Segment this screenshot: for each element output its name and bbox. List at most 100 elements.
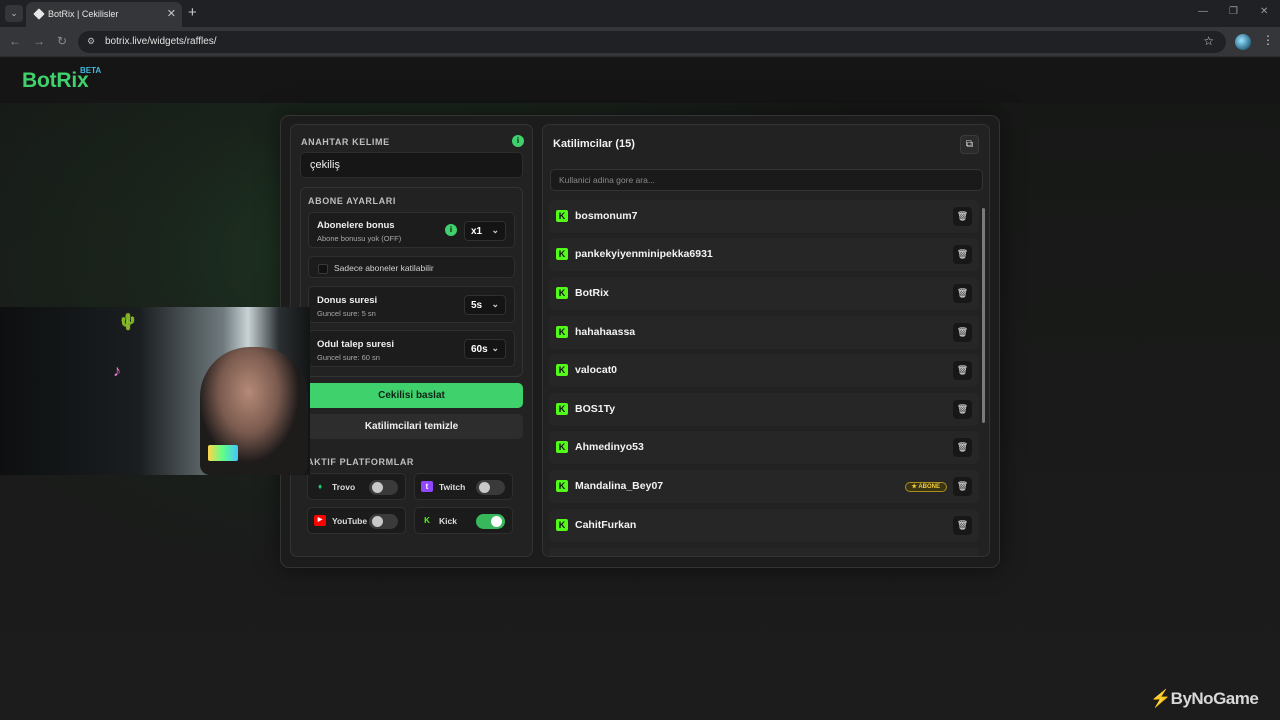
claim-time-label: Odul talep suresi (317, 339, 395, 350)
back-icon[interactable]: ← (9, 34, 21, 48)
trash-icon[interactable]: 🗑 (953, 361, 972, 380)
kick-icon: K (556, 287, 568, 299)
subscriber-bonus-row: Abonelere bonus Abone bonusu yok (OFF) i… (308, 212, 515, 248)
subscriber-badge: ★ ABONE (904, 482, 947, 492)
watermark-text: ByNoGame (1170, 689, 1259, 708)
youtube-toggle[interactable] (369, 514, 398, 529)
toggle-knob (372, 482, 383, 493)
participant-name: bosmonum7 (575, 210, 638, 222)
bonus-multiplier-select[interactable]: x1 ⌄ (464, 221, 506, 241)
participant-name: BotRix (575, 287, 609, 299)
trash-icon[interactable]: 🗑 (953, 477, 972, 496)
tab-list-icon[interactable]: ⌄ (5, 5, 23, 22)
flamingo-neon-icon: ♪ (113, 363, 121, 380)
participant-row: K Mandalina_Bey07 ★ ABONE 🗑 (549, 470, 979, 503)
participant-scrollbar[interactable] (982, 200, 986, 555)
trovo-toggle[interactable] (369, 480, 398, 495)
start-raffle-button[interactable]: Cekilisi baslat (300, 383, 523, 408)
clear-participants-button[interactable]: Katilimcilari temizle (300, 414, 523, 439)
platforms-title: AKTIF PLATFORMLAR (307, 457, 415, 467)
bonus-sub: Abone bonusu yok (OFF) (317, 234, 402, 243)
botrix-favicon-icon (33, 8, 45, 20)
bolt-icon: ⚡ (1150, 689, 1171, 708)
participant-row: K pankekyiyenminipekka6931 🗑 (549, 238, 979, 271)
site-header: BotRix BETA (0, 58, 1280, 103)
restore-icon[interactable]: ❐ (1229, 6, 1238, 17)
twitch-toggle[interactable] (476, 480, 505, 495)
trash-icon[interactable]: 🗑 (953, 400, 972, 419)
platform-name: Trovo (332, 482, 356, 492)
copy-icon[interactable]: ⧉ (960, 135, 979, 154)
address-bar[interactable]: ⚙ botrix.live/widgets/raffles/ ☆ (78, 31, 1226, 53)
site-info-icon[interactable]: ⚙ (87, 36, 98, 47)
page: BotRix BETA ANAHTAR KELIME i çekiliş ABO… (0, 58, 1280, 720)
participant-search-input[interactable]: Kullanici adina gore ara... (550, 169, 983, 191)
watermark-logo: ⚡ByNoGame (1150, 689, 1259, 709)
menu-icon[interactable]: ⋮ (1262, 33, 1274, 47)
info-icon[interactable]: i (512, 135, 524, 147)
minimize-icon[interactable]: — (1198, 6, 1208, 17)
window-close-icon[interactable]: ✕ (1260, 6, 1268, 17)
bonus-multiplier-value: x1 (471, 226, 483, 237)
trash-icon[interactable]: 🗑 (953, 284, 972, 303)
bonus-time-row: Donus suresi Guncel sure: 5 sn 5s ⌄ (308, 286, 515, 323)
botrix-logo[interactable]: BotRix (22, 69, 89, 93)
reload-icon[interactable]: ↻ (57, 34, 67, 48)
kick-toggle[interactable] (476, 514, 505, 529)
claim-time-value: 60s (471, 344, 488, 355)
kick-icon: K (556, 403, 568, 415)
trash-icon[interactable]: 🗑 (953, 438, 972, 457)
twitch-icon: t (421, 481, 433, 492)
only-subscribers-row[interactable]: Sadece aboneler katilabilir (308, 256, 515, 278)
kick-icon: K (556, 441, 568, 453)
participant-name: CahitFurkan (575, 519, 637, 531)
participant-name: Mandalina_Bey07 (575, 480, 664, 492)
bonus-time-sub: Guncel sure: 5 sn (317, 309, 376, 318)
trovo-icon: ♦ (317, 482, 323, 491)
kick-icon: K (556, 326, 568, 338)
platform-name: Twitch (439, 482, 466, 492)
url-text: botrix.live/widgets/raffles/ (105, 36, 217, 47)
browser-tab[interactable]: BotRix | Cekilisler ✕ (26, 2, 182, 27)
kick-icon: K (556, 248, 568, 260)
raffle-settings-panel: ANAHTAR KELIME i çekiliş ABONE AYARLARI … (290, 124, 533, 557)
keyword-title: ANAHTAR KELIME (301, 137, 390, 147)
keyword-input[interactable]: çekiliş (300, 152, 523, 178)
chevron-down-icon: ⌄ (491, 225, 499, 235)
trash-icon[interactable]: 🗑 (953, 245, 972, 264)
plus-icon[interactable]: + (188, 4, 197, 21)
kick-icon: K (424, 516, 430, 525)
only-subscribers-checkbox[interactable] (318, 264, 328, 274)
participants-panel: Katilimcilar (15) ⧉ Kullanici adina gore… (542, 124, 990, 557)
chevron-down-icon: ⌄ (491, 343, 499, 353)
participant-row: K BOS1Ty 🗑 (549, 393, 979, 426)
participant-row: K CahitFurkan 🗑 (549, 509, 979, 542)
participant-row: K bosmonum7 🗑 (549, 200, 979, 233)
platform-youtube: ▶ YouTube (307, 507, 406, 534)
star-icon[interactable]: ☆ (1203, 34, 1214, 48)
participant-name: BOS1Ty (575, 403, 616, 415)
bonus-time-select[interactable]: 5s ⌄ (464, 295, 506, 315)
claim-time-select[interactable]: 60s ⌄ (464, 339, 506, 359)
forward-icon[interactable]: → (33, 34, 45, 48)
platform-kick: K Kick (414, 507, 513, 534)
participant-name: Ahmedinyo53 (575, 441, 644, 453)
raffle-card: ANAHTAR KELIME i çekiliş ABONE AYARLARI … (280, 115, 1000, 568)
toggle-knob (479, 482, 490, 493)
browser-toolbar: ← → ↻ ⚙ botrix.live/widgets/raffles/ ☆ ⋮ (0, 27, 1280, 57)
tab-title: BotRix | Cekilisler (48, 9, 119, 19)
trash-icon[interactable]: 🗑 (953, 323, 972, 342)
scroll-thumb[interactable] (982, 208, 985, 423)
trash-icon[interactable]: 🗑 (953, 516, 972, 535)
close-icon[interactable]: ✕ (167, 7, 176, 20)
kick-icon: K (556, 210, 568, 222)
platforms-section: AKTIF PLATFORMLAR ♦ Trovo t Twitch ▶ You… (300, 449, 523, 551)
claim-time-row: Odul talep suresi Guncel sure: 60 sn 60s… (308, 330, 515, 367)
bonus-time-value: 5s (471, 300, 483, 311)
trash-icon[interactable]: 🗑 (953, 207, 972, 226)
browser-tabbar: ⌄ BotRix | Cekilisler ✕ + — ❐ ✕ (0, 0, 1280, 27)
bonus-info-icon[interactable]: i (445, 224, 457, 236)
profile-avatar[interactable] (1235, 34, 1251, 50)
bonus-label: Abonelere bonus (317, 220, 395, 231)
cactus-neon-icon: 🌵 (118, 314, 138, 331)
